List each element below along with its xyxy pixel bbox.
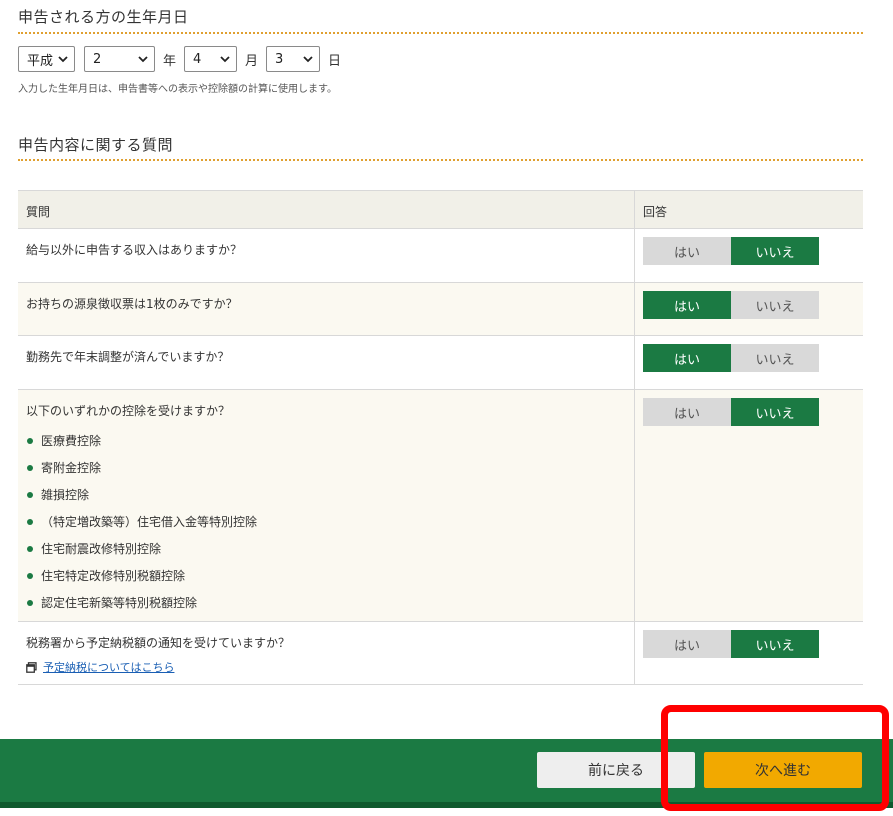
chevron-down-icon <box>58 56 68 63</box>
bullet-icon <box>27 464 33 471</box>
chevron-down-icon <box>138 56 148 63</box>
yes-button[interactable]: はい <box>643 630 731 658</box>
month-select[interactable]: 4 <box>184 46 238 72</box>
answer-toggle: はい いいえ <box>643 237 820 265</box>
yes-button[interactable]: はい <box>643 398 731 426</box>
dob-note: 入力した生年月日は、申告書等への表示や控除額の計算に使用します。 <box>18 84 337 95</box>
list-item: 住宅耐震改修特別控除 <box>26 535 626 562</box>
table-row: 勤務先で年末調整が済んでいますか？ はい いいえ <box>18 336 863 390</box>
question-text: 給与以外に申告する収入はありますか？ <box>18 229 635 282</box>
no-button[interactable]: いいえ <box>731 398 819 426</box>
answer-toggle: はい いいえ <box>643 344 820 372</box>
yes-button[interactable]: はい <box>643 237 731 265</box>
external-window-icon <box>26 661 37 673</box>
dob-divider <box>18 32 863 34</box>
answer-toggle: はい いいえ <box>643 398 820 426</box>
day-select[interactable]: 3 <box>266 46 321 72</box>
bullet-icon <box>27 545 33 552</box>
header-question: 質問 <box>18 191 635 228</box>
no-button[interactable]: いいえ <box>731 630 819 658</box>
deduction-list: 医療費控除 寄附金控除 雑損控除 （特定増改築等）住宅借入金等特別控除 住宅耐震… <box>26 427 626 616</box>
answer-cell: はい いいえ <box>635 229 863 282</box>
questions-table: 質問 回答 給与以外に申告する収入はありますか？ はい いいえ お持ちの源泉徴収… <box>18 190 863 685</box>
no-button[interactable]: いいえ <box>731 291 819 319</box>
prepayment-link-row: 予定納税についてはこちら <box>26 659 626 675</box>
question-cell: 税務署から予定納税額の通知を受けていますか？ 予定納税についてはこちら <box>18 622 635 684</box>
table-header: 質問 回答 <box>18 191 863 229</box>
bullet-icon <box>27 572 33 579</box>
footer-shadow <box>0 802 893 808</box>
answer-cell: はい いいえ <box>635 336 863 389</box>
list-item: 住宅特定改修特別税額控除 <box>26 562 626 589</box>
answer-cell: はい いいえ <box>635 622 863 684</box>
questions-section-title: 申告内容に関する質問 <box>18 136 174 154</box>
chevron-down-icon <box>220 56 230 63</box>
table-row: 以下のいずれかの控除を受けますか？ 医療費控除 寄附金控除 雑損控除 （特定増改… <box>18 390 863 622</box>
list-item: 医療費控除 <box>26 427 626 454</box>
year-unit: 年 <box>163 53 177 69</box>
answer-toggle: はい いいえ <box>643 630 820 658</box>
bullet-icon <box>27 518 33 525</box>
no-button[interactable]: いいえ <box>731 237 819 265</box>
month-unit: 月 <box>245 53 259 69</box>
question-text: お持ちの源泉徴収票は1枚のみですか？ <box>18 283 635 335</box>
bullet-icon <box>27 491 33 498</box>
era-value: 平成 <box>27 53 54 69</box>
era-select[interactable]: 平成 <box>18 46 75 72</box>
dob-section-title: 申告される方の生年月日 <box>18 8 189 26</box>
question-text: 以下のいずれかの控除を受けますか？ <box>26 404 231 418</box>
day-unit: 日 <box>328 53 342 69</box>
table-row: お持ちの源泉徴収票は1枚のみですか？ はい いいえ <box>18 283 863 336</box>
dob-selector-row: 平成 2 年 4 月 3 日 <box>18 46 349 72</box>
question-text: 税務署から予定納税額の通知を受けていますか？ <box>26 636 291 650</box>
day-value: 3 <box>275 51 284 67</box>
table-row: 税務署から予定納税額の通知を受けていますか？ 予定納税についてはこちら はい い… <box>18 622 863 685</box>
question-cell: 以下のいずれかの控除を受けますか？ 医療費控除 寄附金控除 雑損控除 （特定増改… <box>18 390 635 621</box>
answer-cell: はい いいえ <box>635 390 863 621</box>
table-row: 給与以外に申告する収入はありますか？ はい いいえ <box>18 229 863 283</box>
month-value: 4 <box>193 51 202 67</box>
list-item: 雑損控除 <box>26 481 626 508</box>
bullet-icon <box>27 599 33 606</box>
back-button[interactable]: 前に戻る <box>537 752 695 788</box>
yes-button[interactable]: はい <box>643 344 731 372</box>
question-text: 勤務先で年末調整が済んでいますか？ <box>18 336 635 389</box>
list-item: 認定住宅新築等特別税額控除 <box>26 589 626 616</box>
header-answer: 回答 <box>643 205 668 219</box>
next-button[interactable]: 次へ進む <box>704 752 862 788</box>
questions-divider <box>18 159 863 161</box>
year-select[interactable]: 2 <box>84 46 155 72</box>
chevron-down-icon <box>303 56 313 63</box>
answer-toggle: はい いいえ <box>643 291 820 319</box>
prepayment-info-link[interactable]: 予定納税についてはこちら <box>43 659 174 675</box>
answer-cell: はい いいえ <box>635 283 863 335</box>
no-button[interactable]: いいえ <box>731 344 819 372</box>
list-item: （特定増改築等）住宅借入金等特別控除 <box>26 508 626 535</box>
yes-button[interactable]: はい <box>643 291 731 319</box>
bullet-icon <box>27 437 33 444</box>
list-item: 寄附金控除 <box>26 454 626 481</box>
year-value: 2 <box>93 51 102 67</box>
